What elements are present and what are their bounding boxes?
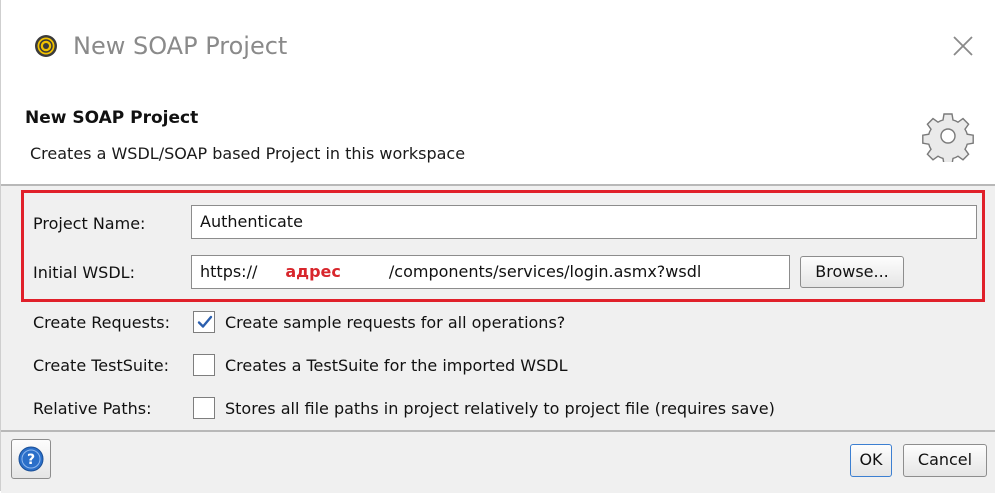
- svg-text:?: ?: [27, 452, 35, 468]
- wsdl-suffix: /components/services/login.asmx?wsdl: [388, 262, 702, 281]
- browse-button[interactable]: Browse...: [800, 256, 904, 288]
- project-name-input[interactable]: Authenticate: [191, 205, 977, 239]
- header-title: New SOAP Project: [25, 108, 199, 128]
- relative-paths-text: Stores all file paths in project relativ…: [225, 399, 775, 418]
- cancel-button[interactable]: Cancel: [903, 444, 987, 477]
- checkmark-icon: [197, 315, 213, 328]
- create-testsuite-text: Creates a TestSuite for the imported WSD…: [225, 356, 568, 375]
- initial-wsdl-label: Initial WSDL:: [33, 263, 135, 282]
- create-requests-label: Create Requests:: [33, 313, 170, 332]
- create-testsuite-checkbox[interactable]: [193, 354, 215, 376]
- new-soap-project-dialog: New SOAP Project New SOAP Project Create…: [0, 0, 995, 493]
- window-title: New SOAP Project: [73, 32, 288, 60]
- project-name-label: Project Name:: [33, 214, 146, 233]
- gear-icon: [922, 113, 974, 162]
- create-requests-checkbox[interactable]: [193, 311, 215, 333]
- ok-button[interactable]: OK: [850, 444, 892, 477]
- relative-paths-checkbox[interactable]: [193, 397, 215, 419]
- relative-paths-label: Relative Paths:: [33, 399, 152, 418]
- title-bar: New SOAP Project: [1, 0, 995, 93]
- help-icon: ?: [18, 446, 44, 472]
- dialog-footer: [1, 430, 995, 493]
- wsdl-address: адрес: [285, 262, 341, 281]
- close-icon[interactable]: [943, 26, 983, 66]
- create-testsuite-label: Create TestSuite:: [33, 356, 170, 375]
- dialog-header: New SOAP Project Creates a WSDL/SOAP bas…: [1, 92, 995, 186]
- header-description: Creates a WSDL/SOAP based Project in thi…: [30, 144, 466, 163]
- initial-wsdl-input[interactable]: https:// адрес/components/services/login.…: [191, 255, 790, 289]
- help-button[interactable]: ?: [11, 439, 51, 479]
- create-requests-text: Create sample requests for all operation…: [225, 313, 566, 332]
- wsdl-prefix: https://: [200, 262, 258, 281]
- soapui-logo-icon: [35, 35, 57, 57]
